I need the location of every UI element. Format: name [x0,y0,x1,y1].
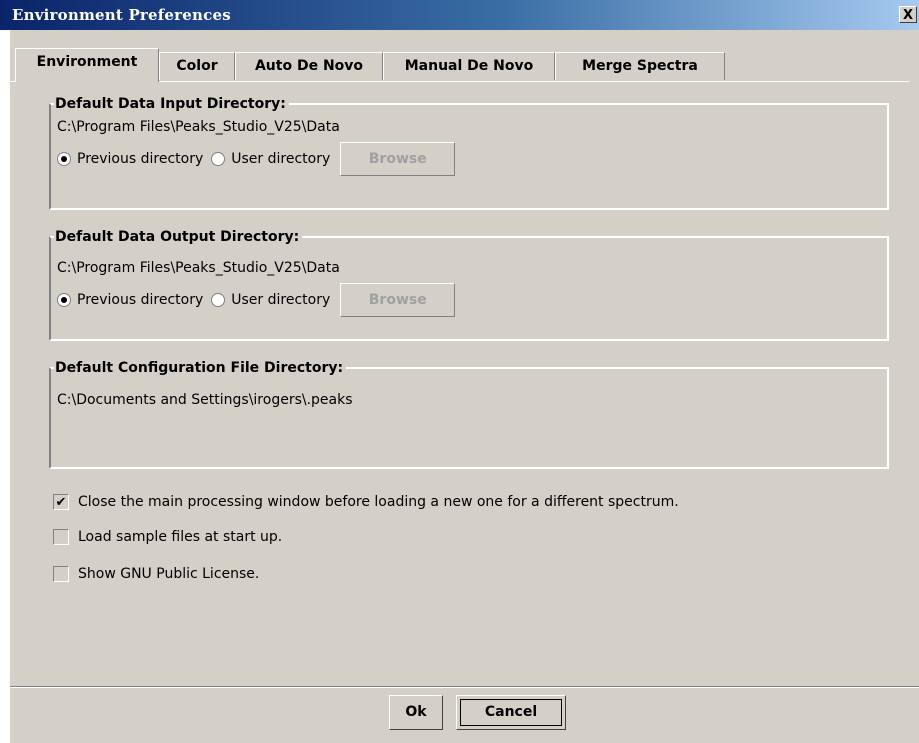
tab-auto-de-novo[interactable]: Auto De Novo [235,52,383,80]
option-show-gnu-license[interactable]: Show GNU Public License. [53,564,259,584]
title-bar: Environment Preferences X [0,0,919,30]
tab-environment[interactable]: Environment [15,48,159,82]
input-directory-group: Default Data Input Directory: C:\Program… [49,95,889,210]
radio-selected-dot [61,156,67,162]
config-directory-group: Default Configuration File Directory: C:… [49,359,889,469]
output-browse-button[interactable]: Browse [340,283,456,317]
show-license-label[interactable]: Show GNU Public License. [78,566,259,582]
tab-color[interactable]: Color [159,52,235,80]
input-directory-radio-row: Previous directory User directory Browse [57,141,456,177]
output-directory-group: Default Data Output Directory: C:\Progra… [49,228,889,341]
input-previous-radio[interactable] [57,152,71,166]
cancel-button[interactable]: Cancel [456,695,566,730]
output-previous-label[interactable]: Previous directory [77,292,203,308]
input-browse-button[interactable]: Browse [340,142,456,176]
output-previous-radio[interactable] [57,293,71,307]
load-samples-checkbox[interactable] [53,529,69,545]
input-user-label[interactable]: User directory [231,151,330,167]
radio-selected-dot [61,297,67,303]
option-close-main-window[interactable]: ✔ Close the main processing window befor… [53,492,679,512]
tab-merge-spectra[interactable]: Merge Spectra [555,52,725,80]
button-bar-separator [10,686,919,688]
config-directory-title: Default Configuration File Directory: [54,359,347,377]
input-previous-label[interactable]: Previous directory [77,151,203,167]
load-samples-label[interactable]: Load sample files at start up. [78,529,282,545]
config-directory-path: C:\Documents and Settings\irogers\.peaks [57,392,353,408]
window-title: Environment Preferences [12,6,231,24]
tab-manual-de-novo[interactable]: Manual De Novo [383,52,555,80]
output-user-radio[interactable] [211,293,226,307]
option-load-sample-files[interactable]: Load sample files at start up. [53,527,282,547]
close-window-checkbox[interactable]: ✔ [53,494,69,510]
show-license-checkbox[interactable] [53,566,69,582]
close-icon[interactable]: X [899,6,917,23]
output-directory-radio-row: Previous directory User directory Browse [57,282,456,318]
dialog-body: Environment Color Auto De Novo Manual De… [10,30,919,743]
output-directory-path: C:\Program Files\Peaks_Studio_V25\Data [57,260,340,276]
close-window-label[interactable]: Close the main processing window before … [78,494,679,510]
input-directory-title: Default Data Input Directory: [54,95,289,113]
input-user-radio[interactable] [211,152,226,166]
output-user-label[interactable]: User directory [231,292,330,308]
output-directory-title: Default Data Output Directory: [54,228,303,246]
ok-button[interactable]: Ok [389,695,443,730]
input-directory-path: C:\Program Files\Peaks_Studio_V25\Data [57,119,340,135]
